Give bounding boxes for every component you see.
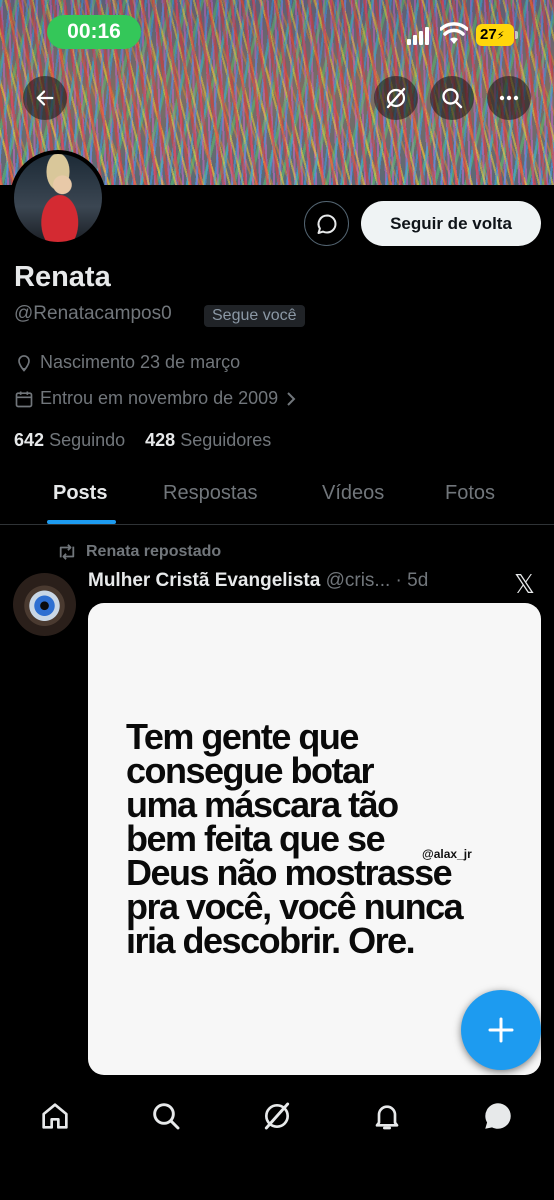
grok-button[interactable] — [374, 76, 418, 120]
grok-icon — [264, 1102, 290, 1130]
message-button[interactable] — [304, 201, 349, 246]
x-logo-icon: 𝕏 — [514, 570, 535, 600]
tab-videos[interactable]: Vídeos — [322, 482, 384, 505]
active-tab-indicator — [47, 520, 116, 524]
nav-search[interactable] — [146, 1096, 186, 1136]
chat-icon — [485, 1103, 511, 1129]
following-count: 642 — [14, 430, 45, 450]
nav-home[interactable] — [35, 1096, 75, 1136]
profile-tabs: Posts Respostas Vídeos Fotos — [0, 470, 554, 525]
compose-button[interactable] — [461, 990, 541, 1070]
post-time: · 5d — [395, 570, 429, 591]
location-pin-icon — [18, 354, 30, 372]
follows-you-badge: Segue você — [204, 305, 305, 327]
nav-grok[interactable] — [257, 1096, 297, 1136]
following-link[interactable]: 642 Seguindo — [14, 430, 125, 450]
post-header: Mulher Cristã Evangelista @cris... · 5d — [88, 570, 428, 592]
battery-level: 27 — [480, 26, 497, 43]
tab-posts[interactable]: Posts — [53, 482, 107, 505]
follow-counts: 642 Seguindo 428 Seguidores — [14, 430, 271, 451]
repost-label: Renata repostado — [86, 543, 222, 560]
search-icon — [442, 88, 463, 109]
search-button[interactable] — [430, 76, 474, 120]
plus-icon — [488, 1017, 514, 1043]
chevron-right-icon — [287, 391, 296, 406]
signal-icon — [407, 27, 429, 45]
followers-label: Seguidores — [180, 430, 272, 450]
wifi-icon — [439, 22, 469, 46]
quote-line: Deus não mostrasse — [126, 852, 453, 893]
quote-line: Tem gente que — [126, 716, 359, 757]
tab-photos[interactable]: Fotos — [445, 482, 495, 505]
nav-notifications[interactable] — [367, 1096, 407, 1136]
post-author-handle: @cris... — [325, 570, 391, 591]
home-icon — [42, 1103, 68, 1129]
nav-messages[interactable] — [478, 1096, 518, 1136]
post-author-avatar[interactable] — [13, 573, 76, 636]
joined-info[interactable]: Entrou em novembro de 2009 — [14, 388, 298, 409]
profile-handle: @Renatacampos0 — [14, 303, 172, 324]
quote-line: pra você, você nunca — [126, 886, 464, 927]
message-icon — [317, 214, 336, 234]
grok-icon — [386, 87, 406, 109]
bottom-nav — [0, 1078, 554, 1200]
repost-indicator: Renata repostado — [56, 543, 221, 561]
image-credit: @alax_jr — [422, 847, 472, 861]
repost-icon — [59, 544, 75, 560]
birth-text: Nascimento 23 de março — [40, 352, 241, 372]
calendar-icon — [15, 391, 33, 407]
quote-line: uma máscara tão — [126, 784, 399, 825]
quote-line: iria descobrir. Ore. — [126, 920, 416, 961]
arrow-left-icon — [36, 90, 54, 106]
post-author-name[interactable]: Mulher Cristã Evangelista — [88, 570, 320, 591]
back-button[interactable] — [23, 76, 67, 120]
profile-avatar[interactable] — [10, 150, 106, 246]
followers-count: 428 — [145, 430, 176, 450]
battery-indicator: 27⚡ — [476, 24, 518, 46]
status-bar: 00:16 27⚡ — [0, 0, 554, 64]
followers-link[interactable]: 428 Seguidores — [145, 430, 271, 450]
more-button[interactable] — [487, 76, 531, 120]
post-image-text: Tem gente que consegue botar uma máscara… — [126, 716, 516, 961]
profile-name: Renata — [14, 261, 111, 293]
bell-icon — [375, 1105, 399, 1130]
following-label: Seguindo — [49, 430, 126, 450]
follow-back-button[interactable]: Seguir de volta — [361, 201, 541, 246]
more-icon — [499, 95, 519, 101]
birth-info: Nascimento 23 de março — [14, 352, 240, 373]
search-icon — [153, 1103, 180, 1130]
tab-replies[interactable]: Respostas — [163, 482, 258, 505]
status-time: 00:16 — [47, 15, 141, 49]
quote-line: consegue botar — [126, 750, 375, 791]
joined-text: Entrou em novembro de 2009 — [40, 388, 279, 408]
